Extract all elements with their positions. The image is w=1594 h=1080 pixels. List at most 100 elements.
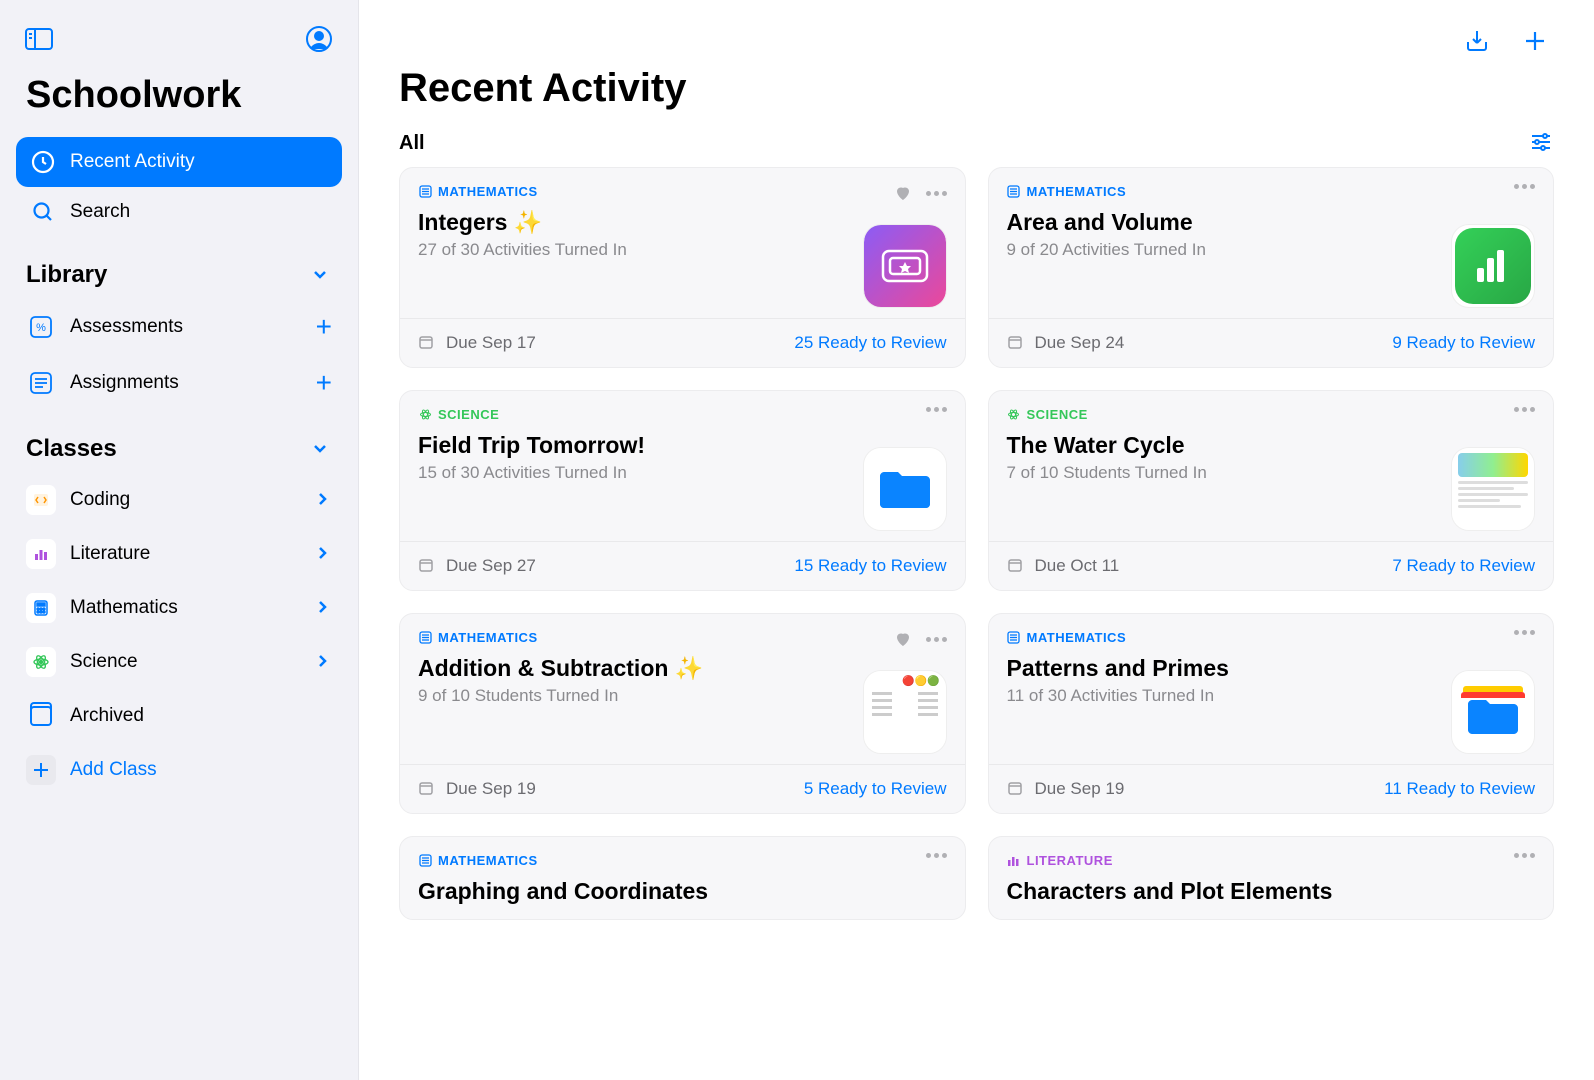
class-icon (26, 647, 56, 677)
classes-header[interactable]: Classes (16, 411, 342, 473)
card-title: Graphing and Coordinates (418, 878, 912, 905)
archive-icon (26, 701, 56, 731)
card-footer: Due Sep 17 25 Ready to Review (400, 318, 965, 367)
profile-icon[interactable] (304, 24, 334, 54)
card-title: Addition & Subtraction ✨ (418, 655, 849, 682)
more-options-button[interactable] (926, 407, 947, 412)
activity-card[interactable]: SCIENCE The Water Cycle 7 of 10 Students… (988, 390, 1555, 591)
cards-grid: MATHEMATICS Integers ✨ 27 of 30 Activiti… (399, 167, 1554, 920)
class-item-mathematics[interactable]: Mathematics (16, 581, 342, 635)
category-label: MATHEMATICS (1027, 184, 1127, 199)
nav-search[interactable]: Search (16, 187, 342, 237)
card-footer: Due Sep 24 9 Ready to Review (989, 318, 1554, 367)
activity-card[interactable]: LITERATURE Characters and Plot Elements (988, 836, 1555, 920)
card-footer: Due Oct 11 7 Ready to Review (989, 541, 1554, 590)
class-icon (26, 539, 56, 569)
ready-to-review-link[interactable]: 7 Ready to Review (1392, 556, 1535, 576)
add-class-label: Add Class (70, 759, 157, 781)
calendar-icon (418, 780, 436, 798)
more-options-button[interactable] (926, 637, 947, 642)
activity-card[interactable]: MATHEMATICS Area and Volume 9 of 20 Acti… (988, 167, 1555, 368)
library-header[interactable]: Library (16, 237, 342, 299)
card-category: SCIENCE (418, 407, 849, 422)
card-title: Characters and Plot Elements (1007, 878, 1501, 905)
class-label: Archived (70, 705, 144, 727)
category-icon (1007, 408, 1021, 422)
clock-icon (30, 149, 56, 175)
category-label: SCIENCE (438, 407, 499, 422)
calendar-icon (418, 557, 436, 575)
card-thumbnail (1451, 670, 1535, 754)
nav-recent-activity[interactable]: Recent Activity (16, 137, 342, 187)
card-body: SCIENCE The Water Cycle 7 of 10 Students… (989, 391, 1554, 541)
chevron-right-icon (314, 599, 332, 617)
category-icon (1007, 854, 1021, 868)
assignments-icon (26, 368, 56, 398)
download-button[interactable] (1462, 26, 1492, 56)
activity-card[interactable]: MATHEMATICS Graphing and Coordinates (399, 836, 966, 920)
card-body: MATHEMATICS Area and Volume 9 of 20 Acti… (989, 168, 1554, 318)
card-thumbnail: 🔴🟡🟢 (863, 670, 947, 754)
card-category: LITERATURE (1007, 853, 1501, 868)
due-label: Due Sep 19 (446, 779, 536, 799)
category-icon (418, 408, 432, 422)
ready-to-review-link[interactable]: 11 Ready to Review (1384, 779, 1535, 799)
filter-label: All (399, 132, 425, 155)
more-options-button[interactable] (1514, 184, 1535, 189)
add-class-button[interactable]: Add Class (16, 743, 342, 797)
search-icon (30, 199, 56, 225)
category-label: SCIENCE (1027, 407, 1088, 422)
card-thumbnail (1451, 224, 1535, 308)
more-options-button[interactable] (926, 191, 947, 196)
page-title: Recent Activity (399, 66, 1554, 131)
card-body: MATHEMATICS Graphing and Coordinates (400, 837, 965, 919)
calendar-icon (1007, 557, 1025, 575)
add-button[interactable] (1520, 26, 1550, 56)
card-title: The Water Cycle (1007, 432, 1438, 459)
due-date: Due Sep 19 (418, 779, 536, 799)
card-category: MATHEMATICS (1007, 184, 1438, 199)
ready-to-review-link[interactable]: 5 Ready to Review (804, 779, 947, 799)
activity-card[interactable]: MATHEMATICS Addition & Subtraction ✨ 9 o… (399, 613, 966, 814)
category-label: LITERATURE (1027, 853, 1113, 868)
class-icon (26, 485, 56, 515)
class-item-coding[interactable]: Coding (16, 473, 342, 527)
card-category: MATHEMATICS (1007, 630, 1438, 645)
library-assignments[interactable]: Assignments + (16, 355, 342, 411)
card-title: Field Trip Tomorrow! (418, 432, 849, 459)
favorite-icon[interactable] (894, 630, 912, 648)
filter-button[interactable] (1530, 131, 1554, 155)
more-options-button[interactable] (1514, 853, 1535, 858)
add-assignment-button[interactable]: + (316, 367, 332, 399)
class-item-literature[interactable]: Literature (16, 527, 342, 581)
calendar-icon (418, 334, 436, 352)
favorite-icon[interactable] (894, 184, 912, 202)
activity-card[interactable]: MATHEMATICS Patterns and Primes 11 of 30… (988, 613, 1555, 814)
more-options-button[interactable] (1514, 630, 1535, 635)
more-options-button[interactable] (1514, 407, 1535, 412)
more-options-button[interactable] (926, 853, 947, 858)
section-title: Library (26, 261, 107, 289)
activity-card[interactable]: MATHEMATICS Integers ✨ 27 of 30 Activiti… (399, 167, 966, 368)
assessments-icon: % (26, 312, 56, 342)
plus-icon (26, 755, 56, 785)
nav-label: Search (70, 201, 130, 223)
add-assessment-button[interactable]: + (316, 311, 332, 343)
due-date: Due Sep 19 (1007, 779, 1125, 799)
ready-to-review-link[interactable]: 25 Ready to Review (794, 333, 946, 353)
ready-to-review-link[interactable]: 15 Ready to Review (794, 556, 946, 576)
card-category: MATHEMATICS (418, 853, 912, 868)
card-category: MATHEMATICS (418, 184, 849, 199)
card-body: LITERATURE Characters and Plot Elements (989, 837, 1554, 919)
card-body: MATHEMATICS Addition & Subtraction ✨ 9 o… (400, 614, 965, 764)
activity-card[interactable]: SCIENCE Field Trip Tomorrow! 15 of 30 Ac… (399, 390, 966, 591)
class-archived[interactable]: Archived (16, 689, 342, 743)
sidebar-toggle-icon[interactable] (24, 24, 54, 54)
lib-label: Assessments (70, 316, 183, 338)
sidebar-top (16, 16, 342, 74)
library-assessments[interactable]: % Assessments + (16, 299, 342, 355)
class-item-science[interactable]: Science (16, 635, 342, 689)
ready-to-review-link[interactable]: 9 Ready to Review (1392, 333, 1535, 353)
card-subtitle: 7 of 10 Students Turned In (1007, 463, 1438, 483)
sidebar: Schoolwork Recent Activity Search Librar… (0, 0, 359, 1080)
